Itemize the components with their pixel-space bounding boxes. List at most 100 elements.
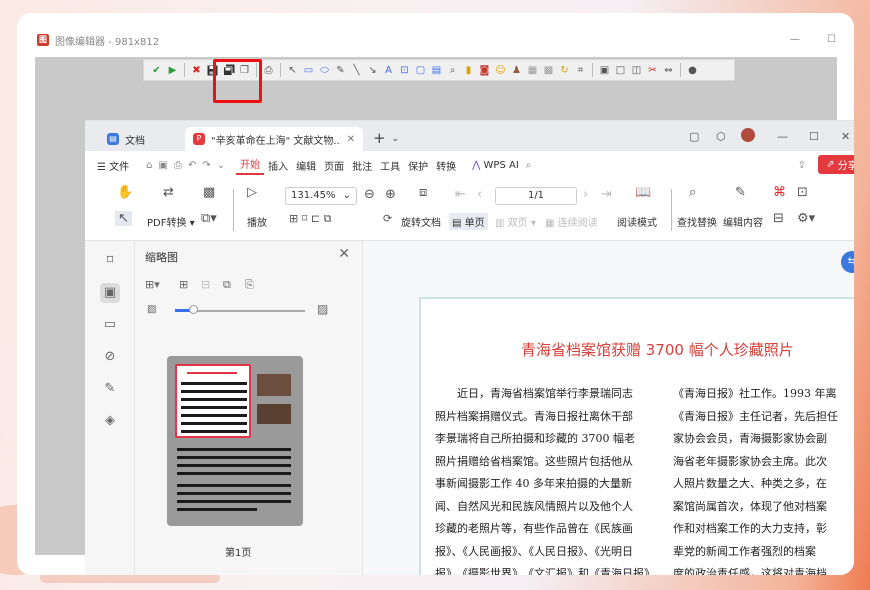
new-tab-icon[interactable]: + bbox=[373, 129, 386, 147]
print-icon[interactable]: ⎙ bbox=[171, 160, 185, 171]
find-replace-icon[interactable]: ⌕ bbox=[689, 185, 696, 200]
menu-annotate[interactable]: 批注 bbox=[348, 158, 376, 173]
rotate-icon[interactable]: ⟳ bbox=[383, 212, 392, 225]
page-number-input[interactable]: 1/1 bbox=[495, 187, 577, 205]
wps-ai-button[interactable]: ⋀ WPS AI bbox=[468, 160, 523, 171]
last-page-icon[interactable]: ⇥ bbox=[601, 187, 612, 202]
more-chevron-icon[interactable]: ⌄ bbox=[214, 160, 228, 171]
rotate-document-button[interactable]: 旋转文档 bbox=[401, 214, 441, 229]
attachment-icon[interactable]: ⊘ bbox=[100, 347, 120, 367]
play-button[interactable]: 播放 bbox=[247, 214, 267, 229]
menu-protect[interactable]: 保护 bbox=[404, 158, 432, 173]
undo-icon[interactable]: ↶ bbox=[185, 160, 199, 171]
maximize-icon[interactable]: ☐ bbox=[809, 130, 819, 143]
close-tab-icon[interactable]: ✕ bbox=[347, 134, 355, 145]
cancel-icon[interactable]: ✖ bbox=[190, 63, 203, 77]
tab-pdf-file[interactable]: P "辛亥革命在上海" 文献文物... ✕ bbox=[185, 127, 363, 151]
comment-icon[interactable]: ▭ bbox=[100, 315, 120, 335]
form-icon[interactable]: ⊟ bbox=[773, 211, 784, 226]
close-icon[interactable]: ✕ bbox=[841, 130, 850, 143]
text-box-icon[interactable]: ⊡ bbox=[398, 63, 411, 77]
first-page-icon[interactable]: ⇤ bbox=[455, 187, 466, 202]
save-icon[interactable]: ▣ bbox=[156, 160, 171, 171]
more-icon[interactable]: ● bbox=[686, 63, 699, 77]
zoom-in-icon[interactable]: ⊕ bbox=[385, 187, 396, 202]
resize-icon[interactable]: ⇔ bbox=[662, 63, 675, 77]
bookmark-icon[interactable]: ⌑ bbox=[100, 251, 120, 271]
highlight-icon[interactable]: ▮ bbox=[462, 63, 475, 77]
blur-icon[interactable]: ♟ bbox=[510, 63, 523, 77]
rotate-icon[interactable]: ↻ bbox=[558, 63, 571, 77]
menu-convert[interactable]: 转换 bbox=[432, 158, 460, 173]
pdf-convert-button[interactable]: PDF转换 ▾ bbox=[147, 214, 195, 229]
pen-icon[interactable]: ✎ bbox=[334, 63, 347, 77]
arrow-icon[interactable]: ↘ bbox=[366, 63, 379, 77]
hand-tool-icon[interactable]: ✋ bbox=[117, 185, 133, 200]
effects-icon[interactable]: ✂ bbox=[646, 63, 659, 77]
fit-width-icon[interactable]: ⊞ ⌑ ⊏ ⧉ bbox=[289, 212, 331, 226]
delete-page-icon[interactable]: ⊟ bbox=[201, 278, 210, 291]
translate-float-button[interactable]: ⇆ bbox=[841, 251, 854, 273]
callout-icon[interactable]: ▢ bbox=[414, 63, 427, 77]
tab-documents[interactable]: ▤ 文档 bbox=[99, 127, 185, 151]
menu-file[interactable]: ☰ 文件 bbox=[93, 158, 133, 173]
edit-content-icon[interactable]: ✎ bbox=[735, 185, 746, 200]
cloud-upload-icon[interactable]: ⇪ bbox=[795, 160, 809, 171]
page-thumbnail[interactable] bbox=[167, 356, 303, 526]
single-page-button[interactable]: ▤ 单页 bbox=[449, 213, 488, 230]
extract-page-icon[interactable]: ⎘ bbox=[245, 278, 254, 292]
comment-icon[interactable]: ▤ bbox=[430, 63, 443, 77]
maximize-icon[interactable]: ☐ bbox=[827, 34, 836, 45]
menu-edit[interactable]: 编辑 bbox=[292, 158, 320, 173]
page-layout-icon[interactable]: ⧉▾ bbox=[201, 211, 217, 226]
pixelate-icon[interactable]: ▦ bbox=[526, 63, 539, 77]
shadow-icon[interactable]: ◫ bbox=[630, 63, 643, 77]
continuous-reading-button[interactable]: ▦ 连续阅读 bbox=[545, 214, 598, 229]
stamp-icon[interactable]: ◙ bbox=[478, 63, 491, 77]
menu-insert[interactable]: 插入 bbox=[264, 158, 292, 173]
minimize-icon[interactable]: — bbox=[790, 34, 800, 45]
image-convert-icon[interactable]: ▩ bbox=[203, 185, 215, 200]
line-icon[interactable]: ╲ bbox=[350, 63, 363, 77]
zoom-select[interactable]: 131.45% ⌄ bbox=[285, 187, 357, 205]
find-replace-button[interactable]: 查找替换 bbox=[677, 214, 717, 229]
pdf-convert-icon[interactable]: ⇄ bbox=[163, 185, 174, 200]
insert-page-icon[interactable]: ⊞ bbox=[179, 278, 188, 291]
pointer-icon[interactable]: ↖ bbox=[286, 63, 299, 77]
redo-icon[interactable]: ↷ bbox=[199, 160, 213, 171]
menu-start[interactable]: 开始 bbox=[236, 156, 265, 175]
frame-icon[interactable]: ▣ bbox=[598, 63, 611, 77]
share-button[interactable]: ⇗分享 bbox=[818, 155, 854, 174]
text-icon[interactable]: A bbox=[382, 63, 395, 77]
play-icon[interactable]: ▶ bbox=[166, 63, 179, 77]
next-page-icon[interactable]: › bbox=[583, 187, 588, 202]
settings-icon[interactable]: ⚙▾ bbox=[797, 211, 815, 226]
layers-icon[interactable]: ◈ bbox=[100, 411, 120, 431]
magnifier-icon[interactable]: ⌕ bbox=[446, 63, 459, 77]
check-icon[interactable]: ✔ bbox=[150, 63, 163, 77]
reading-mode-icon[interactable]: 📖 bbox=[635, 185, 651, 200]
grid-view-icon[interactable]: ⊞▾ bbox=[145, 278, 160, 291]
menu-page[interactable]: 页面 bbox=[320, 158, 348, 173]
reading-mode-button[interactable]: 阅读模式 bbox=[617, 214, 657, 229]
close-icon[interactable]: ✕ bbox=[338, 246, 350, 262]
avatar[interactable] bbox=[741, 128, 755, 142]
open-folder-icon[interactable]: ⌂ bbox=[143, 160, 155, 171]
ocr-icon[interactable]: ⌘ bbox=[773, 185, 786, 200]
menu-tools[interactable]: 工具 bbox=[376, 158, 404, 173]
search-icon[interactable]: ⌕ bbox=[523, 160, 535, 171]
double-page-button[interactable]: ▥ 双页 ▾ bbox=[495, 214, 536, 229]
grid-icon[interactable]: ▩ bbox=[542, 63, 555, 77]
fit-page-icon[interactable]: ⧈ bbox=[419, 185, 427, 200]
play-icon[interactable]: ▷ bbox=[247, 185, 257, 200]
signature-icon[interactable]: ✎ bbox=[100, 379, 120, 399]
emoji-icon[interactable]: ☺ bbox=[494, 63, 507, 77]
copy-page-icon[interactable]: ⧉ bbox=[223, 278, 231, 292]
tab-list-chevron-icon[interactable]: ⌄ bbox=[392, 134, 400, 144]
select-tool-icon[interactable]: ↖ bbox=[115, 211, 132, 226]
thumbnail-icon[interactable]: ▣ bbox=[100, 283, 120, 303]
minimize-icon[interactable]: — bbox=[777, 130, 788, 143]
cube-icon[interactable]: ⬡ bbox=[716, 130, 726, 143]
print-icon[interactable]: ⎙ bbox=[262, 63, 275, 77]
edit-content-button[interactable]: 编辑内容 bbox=[723, 214, 763, 229]
